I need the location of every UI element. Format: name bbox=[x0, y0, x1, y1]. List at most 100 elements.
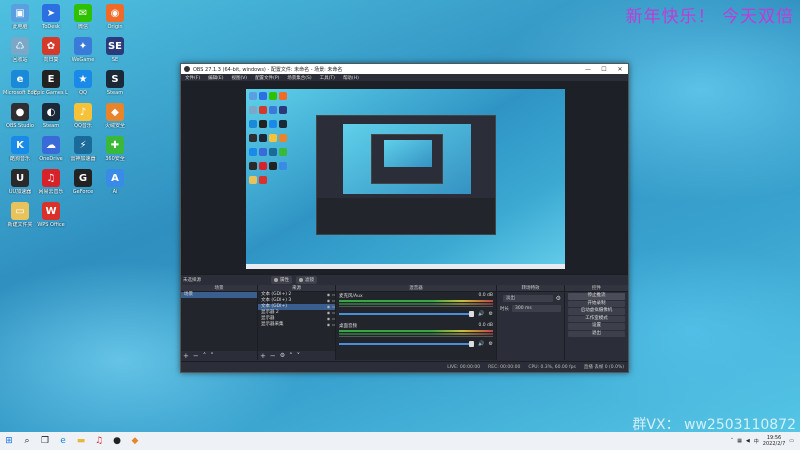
desktop-icon[interactable]: ☁ OneDrive bbox=[34, 136, 68, 162]
desktop-icon-label: Steam bbox=[106, 90, 124, 96]
preview-mini-icon bbox=[269, 120, 277, 128]
desktop-icon[interactable]: G GeForce bbox=[66, 169, 100, 195]
remove-source-button[interactable]: − bbox=[270, 352, 276, 360]
studio-mode-button[interactable]: 工作室模式 bbox=[568, 315, 625, 322]
desktop-icon[interactable]: ◐ Steam bbox=[34, 103, 68, 129]
speaker-icon[interactable]: 🔊 bbox=[478, 311, 484, 317]
remove-scene-button[interactable]: − bbox=[193, 352, 199, 360]
move-down-button[interactable]: ˅ bbox=[210, 352, 214, 360]
menu-view[interactable]: 视图(V) bbox=[227, 75, 251, 81]
start-icon[interactable]: ⊞ bbox=[1, 433, 17, 449]
desktop-icon[interactable]: e Microsoft Edge bbox=[3, 70, 37, 96]
filters-button[interactable]: 滤镜 bbox=[296, 276, 317, 284]
transition-settings-icon[interactable]: ⚙ bbox=[556, 295, 561, 302]
menu-edit[interactable]: 编辑(E) bbox=[204, 75, 227, 81]
desktop-icon[interactable]: ✚ 360安全 bbox=[98, 136, 132, 162]
preview-canvas[interactable] bbox=[246, 89, 565, 269]
volume-slider-handle[interactable] bbox=[469, 311, 475, 317]
menu-tools[interactable]: 工具(T) bbox=[316, 75, 339, 81]
maximize-button[interactable]: ☐ bbox=[596, 66, 612, 73]
desktop-icon[interactable]: ♺ 回收站 bbox=[3, 37, 37, 63]
app-icon: ◉ bbox=[106, 4, 124, 22]
scene-item[interactable]: 场景 bbox=[181, 292, 257, 298]
settings-button[interactable]: 设置 bbox=[568, 323, 625, 330]
desktop-icon[interactable]: ★ QQ bbox=[66, 70, 100, 96]
move-up-button[interactable]: ˄ bbox=[289, 352, 293, 360]
preview-mini-icon bbox=[269, 92, 277, 100]
gear-icon[interactable]: ⚙ bbox=[489, 311, 493, 317]
search-icon[interactable]: ⌕ bbox=[19, 433, 35, 449]
source-settings-icon[interactable]: ⚙ bbox=[280, 352, 285, 359]
tray-chevron-icon[interactable]: ˄ bbox=[731, 438, 734, 444]
desktop-icon-label: 回收站 bbox=[12, 57, 28, 63]
desktop-icon[interactable]: ✿ 向日葵 bbox=[34, 37, 68, 63]
move-down-button[interactable]: ˅ bbox=[297, 352, 301, 360]
network-icon[interactable]: ▦ bbox=[737, 438, 742, 444]
duration-input[interactable]: 300 ms bbox=[512, 305, 561, 312]
start-virtual-camera-button[interactable]: 启动虚拟摄像机 bbox=[568, 308, 625, 315]
desktop-icon[interactable]: ✉ 微信 bbox=[66, 4, 100, 30]
menu-file[interactable]: 文件(F) bbox=[181, 75, 204, 81]
desktop-icon-label: QQ bbox=[79, 90, 87, 96]
desktop-icon[interactable]: ⚡ 雷神加速器 bbox=[66, 136, 100, 162]
volume-slider-handle[interactable] bbox=[469, 341, 475, 347]
speaker-icon[interactable]: 🔊 bbox=[478, 341, 484, 347]
desktop-icon[interactable]: ◉ Origin bbox=[98, 4, 132, 30]
desktop-icon[interactable]: U UU加速器 bbox=[3, 169, 37, 195]
add-scene-button[interactable]: + bbox=[183, 352, 189, 360]
file-explorer-icon[interactable]: ▬ bbox=[73, 433, 89, 449]
start-recording-button[interactable]: 开始录制 bbox=[568, 300, 625, 307]
netease-music-taskbar-icon[interactable]: ♫ bbox=[91, 433, 107, 449]
desktop-banner-text: 新年快乐！ 今天双倍 bbox=[625, 7, 794, 27]
app-icon: ✉ bbox=[74, 4, 92, 22]
desktop-icon[interactable]: K 酷狗音乐 bbox=[3, 136, 37, 162]
menu-help[interactable]: 帮助(H) bbox=[339, 75, 363, 81]
lock-icon[interactable]: ▫ bbox=[332, 322, 335, 328]
obs-taskbar-icon[interactable]: ● bbox=[109, 433, 125, 449]
taskbar-clock[interactable]: 19:56 2022/2/7 bbox=[763, 435, 785, 447]
desktop-icon-label: SE bbox=[111, 57, 119, 63]
ime-icon[interactable]: 中 bbox=[754, 438, 759, 445]
exit-button[interactable]: 退出 bbox=[568, 330, 625, 337]
stop-streaming-button[interactable]: 停止推流 bbox=[568, 293, 625, 300]
properties-button[interactable]: 属性 bbox=[271, 276, 292, 284]
menu-profile[interactable]: 配置文件(P) bbox=[251, 75, 283, 81]
desktop-icon[interactable]: ♫ 网易云音乐 bbox=[34, 169, 68, 195]
desktop-icon-label: WeGame bbox=[71, 57, 95, 63]
gear-icon[interactable]: ⚙ bbox=[489, 341, 493, 347]
app-icon: e bbox=[11, 70, 29, 88]
notification-icon[interactable]: ▭ bbox=[789, 438, 794, 444]
volume-slider[interactable] bbox=[339, 341, 475, 347]
edge-taskbar-icon[interactable]: e bbox=[55, 433, 71, 449]
menu-scene-collection[interactable]: 场景集合(S) bbox=[283, 75, 315, 81]
minimize-button[interactable]: — bbox=[580, 66, 596, 73]
desktop-icon[interactable]: SE SE bbox=[98, 37, 132, 63]
source-item[interactable]: 显示器采集 ◉ ▫ bbox=[258, 322, 335, 328]
system-tray: ˄ ▦ ◀ 中 19:56 2022/2/7 ▭ bbox=[731, 435, 800, 447]
volume-icon[interactable]: ◀ bbox=[746, 438, 750, 444]
volume-slider[interactable] bbox=[339, 311, 475, 317]
desktop-icon-label: OneDrive bbox=[39, 156, 63, 162]
desktop-icon[interactable]: ▣ 此电脑 bbox=[3, 4, 37, 30]
desktop-icon[interactable]: W WPS Office bbox=[34, 202, 68, 228]
app-icon: ✦ bbox=[74, 37, 92, 55]
desktop-icon[interactable]: ◆ 火绒安全 bbox=[98, 103, 132, 129]
desktop-icon[interactable]: ✦ WeGame bbox=[66, 37, 100, 63]
add-source-button[interactable]: + bbox=[260, 352, 266, 360]
desktop-icon[interactable]: S Steam bbox=[98, 70, 132, 96]
close-button[interactable]: ✕ bbox=[612, 66, 628, 73]
desktop-icon[interactable]: ➤ ToDesk bbox=[34, 4, 68, 30]
visibility-eye-icon[interactable]: ◉ bbox=[327, 322, 331, 328]
desktop-icon[interactable]: ● OBS Studio bbox=[3, 103, 37, 129]
desktop-icon[interactable]: E Epic Games Launcher bbox=[34, 70, 68, 96]
desktop-icon[interactable]: ▭ 新建文件夹 bbox=[3, 202, 37, 228]
desktop-icon[interactable]: A Ai bbox=[98, 169, 132, 195]
channel-db: 0.0 dB bbox=[478, 323, 493, 328]
obs-titlebar[interactable]: OBS 27.1.3 (64-bit, windows) - 配置文件: 未命名… bbox=[181, 64, 628, 74]
move-up-button[interactable]: ˄ bbox=[203, 352, 207, 360]
task-view-icon[interactable]: ❐ bbox=[37, 433, 53, 449]
clock-date: 2022/2/7 bbox=[762, 441, 786, 447]
desktop-icon[interactable]: ♪ QQ音乐 bbox=[66, 103, 100, 129]
transition-type-select[interactable]: 淡出 bbox=[503, 295, 553, 302]
app-taskbar-icon[interactable]: ◆ bbox=[127, 433, 143, 449]
